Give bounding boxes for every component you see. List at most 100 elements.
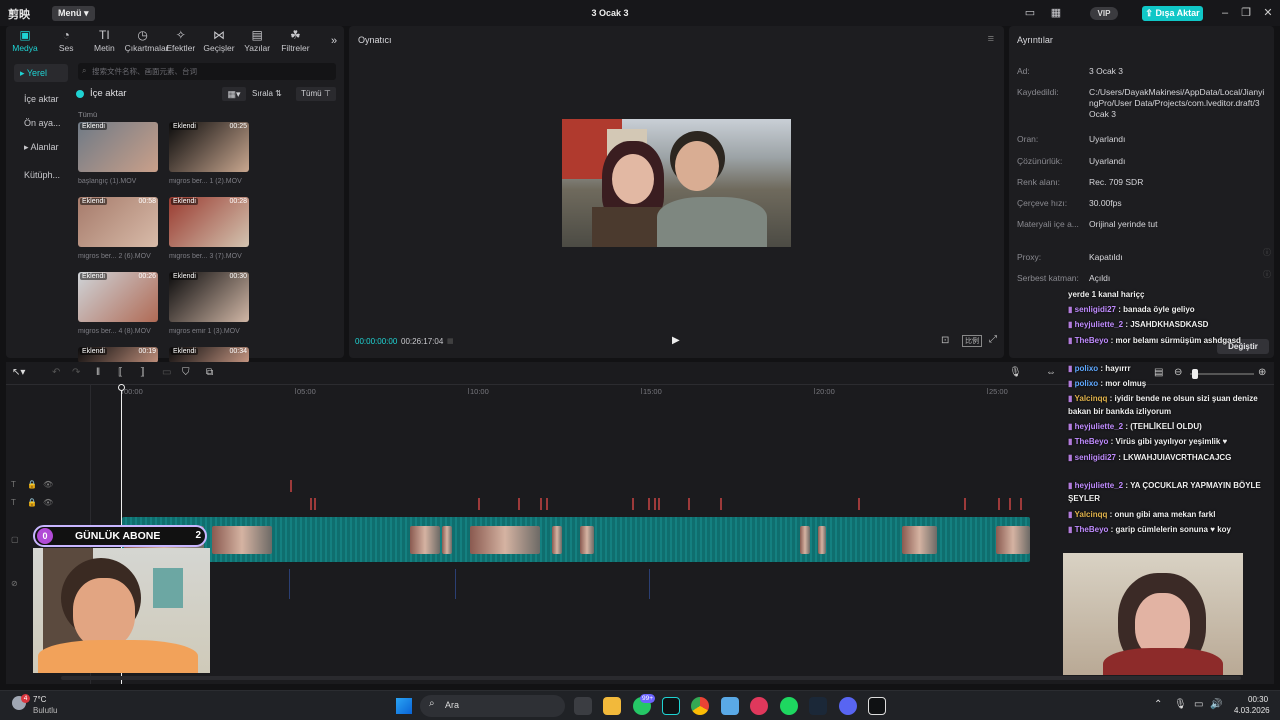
- video-clip-thumbs[interactable]: [410, 526, 440, 554]
- video-clip-thumbs[interactable]: [212, 526, 272, 554]
- maximize-icon[interactable]: ❐: [1236, 5, 1256, 21]
- split-right-icon[interactable]: ⟧: [140, 367, 145, 378]
- text-marker[interactable]: [688, 498, 690, 510]
- player-menu-icon[interactable]: ≡: [988, 33, 994, 45]
- text-marker[interactable]: [478, 498, 480, 510]
- play-icon[interactable]: ▶: [672, 335, 680, 346]
- tool-geçişler[interactable]: ⋈ Geçişler: [201, 28, 237, 53]
- opera-icon[interactable]: [750, 697, 768, 715]
- track-lock-icon[interactable]: 🔒: [27, 480, 37, 489]
- grid-layout-icon[interactable]: ▦: [1048, 6, 1064, 20]
- mic-icon[interactable]: 🎙: [1009, 367, 1022, 378]
- video-clip-thumbs[interactable]: [580, 526, 594, 554]
- vip-badge[interactable]: VIP: [1090, 7, 1118, 20]
- tool-efektler[interactable]: ✧ Efektler: [163, 28, 199, 53]
- tool-çıkartmalar[interactable]: ◷ Çıkartmalar: [125, 28, 169, 53]
- text-marker[interactable]: [1020, 498, 1022, 510]
- tray-mic-icon[interactable]: 🎙: [1174, 699, 1187, 710]
- media-thumbnail[interactable]: Eklendi 00:34: [169, 347, 249, 363]
- sidebar-item[interactable]: ▸ Alanlar: [14, 138, 68, 156]
- timeline-toggle-icon[interactable]: ▦: [447, 337, 454, 345]
- sidebar-item[interactable]: ▸ Yerel: [14, 64, 68, 82]
- taskbar-search[interactable]: ⌕ Ara: [420, 695, 565, 717]
- sort-button[interactable]: Sırala ⇅: [252, 87, 282, 101]
- text-marker[interactable]: [720, 498, 722, 510]
- text-marker[interactable]: [632, 498, 634, 510]
- view-toggle-icon[interactable]: ▦▾: [222, 87, 246, 101]
- text-marker[interactable]: [290, 480, 292, 492]
- fullscreen-icon[interactable]: ⤢: [989, 334, 997, 345]
- capcut-alt-icon[interactable]: [868, 697, 886, 715]
- tool-ses[interactable]: ◔ Ses: [48, 28, 84, 53]
- capcut-icon[interactable]: [662, 697, 680, 715]
- sidebar-item[interactable]: Ön aya...: [14, 114, 68, 132]
- playhead-handle[interactable]: [118, 384, 125, 391]
- text-marker[interactable]: [858, 498, 860, 510]
- tool-medya[interactable]: ▣ Medya: [7, 28, 43, 53]
- media-thumbnail[interactable]: Eklendi 00:28: [169, 197, 249, 247]
- crop-icon[interactable]: ⧉: [206, 367, 213, 378]
- minimize-icon[interactable]: –: [1215, 5, 1235, 21]
- track-eye-icon[interactable]: 👁: [43, 498, 53, 507]
- text-marker[interactable]: [518, 498, 520, 510]
- ratio-button[interactable]: 比例: [962, 335, 982, 347]
- text-marker[interactable]: [546, 498, 548, 510]
- filter-button[interactable]: Tümü ⊤: [296, 87, 336, 101]
- media-thumbnail[interactable]: Eklendi: [78, 122, 158, 172]
- split-icon[interactable]: ‖: [96, 367, 100, 378]
- proxy-info-icon[interactable]: ⓘ: [1263, 247, 1271, 258]
- video-clip-thumbs[interactable]: [996, 526, 1030, 554]
- start-icon[interactable]: [396, 698, 412, 714]
- video-clip-thumbs[interactable]: [552, 526, 562, 554]
- timeline-scrollbar[interactable]: [61, 676, 1241, 680]
- chrome-icon[interactable]: [691, 697, 709, 715]
- text-marker[interactable]: [648, 498, 650, 510]
- tool-filtreler[interactable]: ☘ Filtreler: [277, 28, 313, 53]
- redo-icon[interactable]: ↷: [72, 367, 80, 378]
- sidebar-item[interactable]: Kütüph...: [14, 166, 68, 184]
- video-clip-thumbs[interactable]: [442, 526, 452, 554]
- tray-display-icon[interactable]: ▭: [1194, 699, 1203, 710]
- select-tool-icon[interactable]: ↖▾: [12, 367, 25, 378]
- text-marker[interactable]: [1009, 498, 1011, 510]
- media-thumbnail[interactable]: Eklendi 00:19: [78, 347, 158, 363]
- video-clip-thumbs[interactable]: [470, 526, 540, 554]
- menu-button[interactable]: Menü ▾: [52, 6, 95, 21]
- discord-icon[interactable]: [839, 697, 857, 715]
- video-clip-thumbs[interactable]: [800, 526, 810, 554]
- delete-icon[interactable]: ▭: [162, 367, 171, 378]
- marker-icon[interactable]: ⛉: [182, 367, 190, 378]
- media-thumbnail[interactable]: Eklendi 00:30: [169, 272, 249, 322]
- network-app-icon[interactable]: [721, 697, 739, 715]
- text-marker[interactable]: [964, 498, 966, 510]
- text-marker[interactable]: [658, 498, 660, 510]
- undo-icon[interactable]: ↶: [52, 367, 60, 378]
- tool-metin[interactable]: TI Metin: [86, 28, 122, 53]
- track-lock-icon[interactable]: 🔒: [27, 498, 37, 507]
- import-button[interactable]: İçe aktar: [90, 88, 126, 99]
- link-icon[interactable]: ⇔: [1046, 367, 1056, 378]
- track-eye-icon[interactable]: 👁: [43, 480, 53, 489]
- text-marker[interactable]: [314, 498, 316, 510]
- fit-icon[interactable]: ⊡: [941, 335, 949, 346]
- tray-volume-icon[interactable]: 🔊: [1210, 699, 1222, 710]
- text-marker[interactable]: [654, 498, 656, 510]
- media-thumbnail[interactable]: Eklendi 00:58: [78, 197, 158, 247]
- export-button[interactable]: ⇪ Dışa Aktar: [1142, 6, 1203, 21]
- text-marker[interactable]: [310, 498, 312, 510]
- video-clip-thumbs[interactable]: [902, 526, 937, 554]
- task-view-icon[interactable]: [574, 697, 592, 715]
- more-tools-icon[interactable]: »: [326, 34, 342, 48]
- spotify-icon[interactable]: [780, 697, 798, 715]
- text-marker[interactable]: [540, 498, 542, 510]
- tray-chevron-icon[interactable]: ⌃: [1154, 699, 1162, 710]
- split-left-icon[interactable]: ⟦: [118, 367, 123, 378]
- close-icon[interactable]: ✕: [1258, 5, 1278, 21]
- text-marker[interactable]: [998, 498, 1000, 510]
- tool-yazılar[interactable]: ▤ Yazılar: [239, 28, 275, 53]
- media-thumbnail[interactable]: Eklendi 00:26: [78, 272, 158, 322]
- video-clip-thumbs[interactable]: [818, 526, 826, 554]
- steam-icon[interactable]: [809, 697, 827, 715]
- sidebar-item[interactable]: İçe aktar: [14, 90, 68, 108]
- layout-icon[interactable]: ▭: [1022, 6, 1038, 20]
